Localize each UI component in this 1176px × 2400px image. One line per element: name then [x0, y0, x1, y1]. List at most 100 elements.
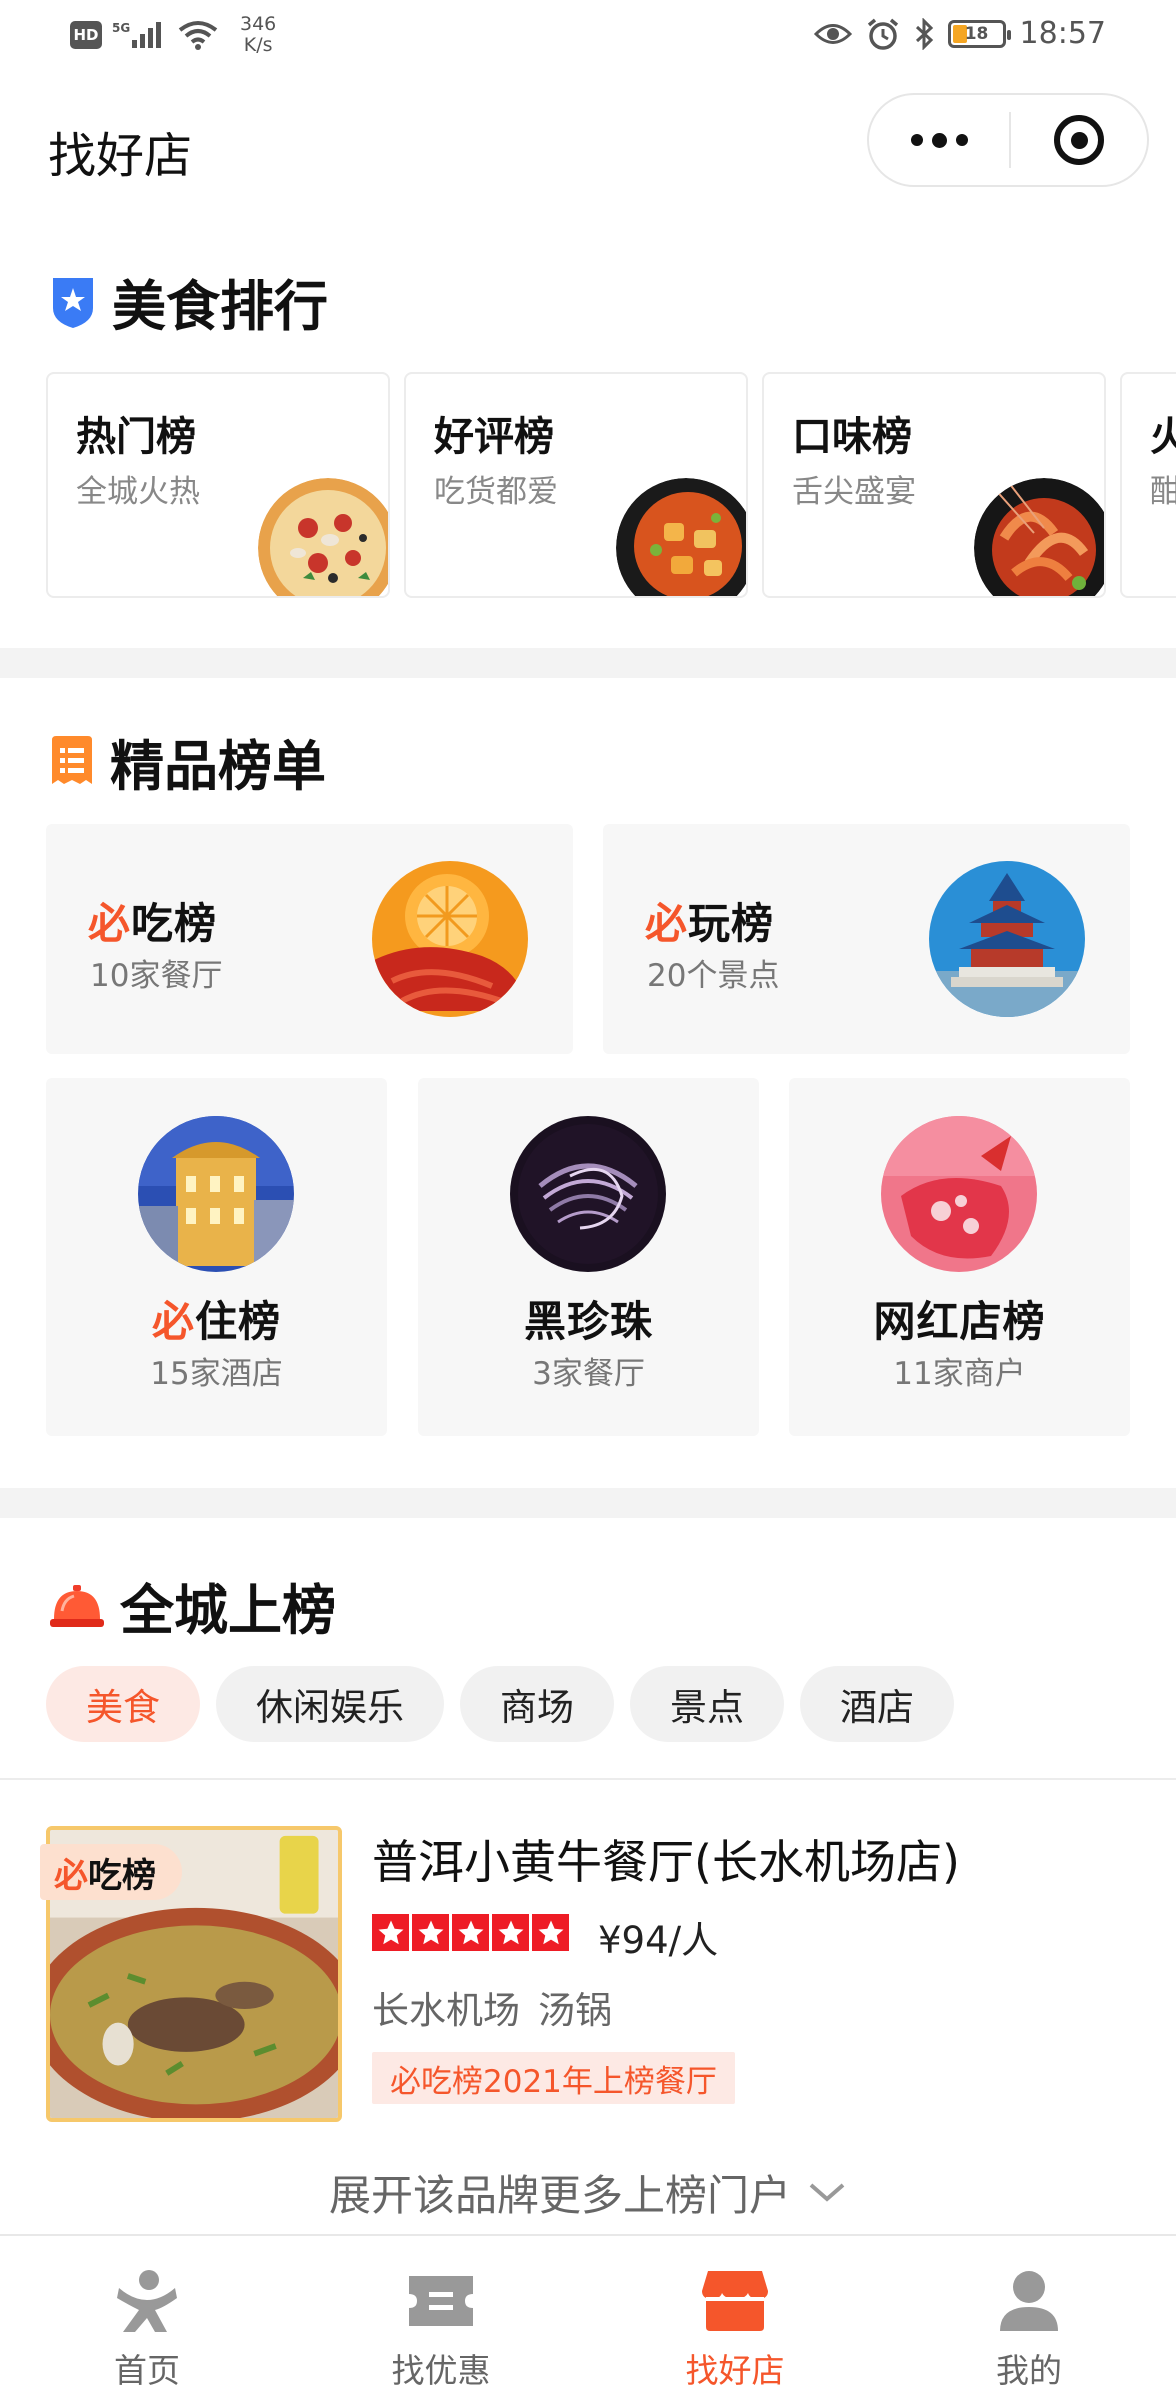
list-icon: [52, 735, 92, 784]
bluetooth-icon: [915, 17, 933, 50]
expand-more-stores-button[interactable]: 展开该品牌更多上榜门户: [0, 2162, 1176, 2223]
chip-hotel[interactable]: 酒店: [800, 1666, 954, 1742]
status-bar: HD 5G 346 K/s 18 18:57: [0, 0, 1176, 76]
dessert-image: [881, 1116, 1037, 1272]
star-icon: [372, 1914, 409, 1951]
food-cloche-icon: [50, 1584, 104, 1627]
city-list-title: 全城上榜: [120, 1579, 336, 1642]
mini-program-capsule: [867, 93, 1149, 187]
must-eat-tag: 必吃榜: [40, 1844, 182, 1900]
shop-category: 汤锅: [538, 1989, 612, 2032]
star-icon: [452, 1914, 489, 1951]
ranking-card-title: 口味榜: [792, 414, 912, 460]
ticket-icon: [409, 2276, 473, 2326]
ranking-card-title: 好评榜: [434, 414, 554, 460]
ranking-card-subtitle: 全城火热: [76, 474, 200, 510]
list-name: 网红店榜: [873, 1297, 1046, 1346]
ranking-card-subtitle: 舌尖盛宴: [792, 474, 916, 510]
bottom-tab-bar: 首页 找优惠 找好店 我的: [0, 2234, 1176, 2400]
close-mini-program-button[interactable]: [1011, 95, 1147, 185]
tab-deals[interactable]: 找优惠: [294, 2236, 588, 2400]
ranking-card-taste[interactable]: 口味榜 舌尖盛宴: [762, 372, 1106, 598]
ranking-card-more[interactable]: 火 酣: [1120, 372, 1176, 598]
must-play-list-card[interactable]: 必玩榜 20个景点: [603, 824, 1130, 1054]
must-stay-list-card[interactable]: 必住榜 15家酒店: [46, 1078, 387, 1436]
tab-label: 找优惠: [391, 2351, 491, 2390]
star-icon: [532, 1914, 569, 1951]
avg-price: ¥94/人: [598, 1919, 719, 1962]
hd-badge: HD: [70, 21, 102, 49]
status-time: 18:57: [1019, 16, 1106, 51]
stew-pot-image: [616, 478, 746, 596]
tab-label: 找好店: [685, 2351, 785, 2390]
eye-icon: [813, 23, 852, 44]
page-title: 找好店: [48, 128, 193, 184]
list-count: 15家酒店: [150, 1356, 283, 1392]
chip-mall[interactable]: 商场: [460, 1666, 614, 1742]
tab-home[interactable]: 首页: [0, 2236, 294, 2400]
temple-of-heaven-image: [929, 861, 1085, 1017]
star-icon: [412, 1914, 449, 1951]
trending-shops-list-card[interactable]: 网红店榜 11家商户: [789, 1078, 1130, 1436]
shop-area: 长水机场: [372, 1989, 520, 2032]
chip-attraction[interactable]: 景点: [630, 1666, 784, 1742]
battery-indicator: 18: [947, 19, 1011, 48]
list-name: 必住榜: [151, 1297, 282, 1346]
list-count: 3家餐厅: [532, 1356, 645, 1392]
tab-label: 首页: [114, 2351, 180, 2390]
shop-name[interactable]: 普洱小黄牛餐厅(长水机场店): [372, 1826, 960, 1892]
chevron-down-icon: [809, 2182, 845, 2202]
must-eat-list-card[interactable]: 必吃榜 10家餐厅: [46, 824, 573, 1054]
ranking-card-title: 热门榜: [76, 414, 196, 460]
tab-find-shops[interactable]: 找好店: [588, 2236, 882, 2400]
pizza-image: [258, 478, 388, 596]
ranking-card-hot[interactable]: 热门榜 全城火热: [46, 372, 390, 598]
premium-lists-title: 精品榜单: [110, 735, 326, 798]
list-count: 11家商户: [893, 1356, 1026, 1392]
network-speed: 346 K/s: [240, 13, 277, 56]
rating-stars: [372, 1914, 569, 1951]
svg-text:5G: 5G: [112, 21, 130, 35]
list-count: 20个景点: [647, 958, 780, 994]
list-name: 必吃榜: [88, 899, 218, 948]
alarm-icon: [867, 18, 898, 50]
tab-label: 我的: [996, 2351, 1062, 2390]
list-name: 必玩榜: [645, 899, 775, 948]
shop-icon: [702, 2271, 768, 2331]
ranking-badge: 必吃榜2021年上榜餐厅: [372, 2052, 735, 2104]
tab-mine[interactable]: 我的: [882, 2236, 1176, 2400]
ranking-card-subtitle: 酣: [1150, 466, 1176, 511]
chip-leisure[interactable]: 休闲娱乐: [216, 1666, 444, 1742]
shield-star-icon: [53, 277, 93, 328]
black-pearl-logo-image: [510, 1116, 666, 1272]
home-person-icon: [117, 2270, 177, 2332]
star-icon: [492, 1914, 529, 1951]
wifi-icon: [178, 21, 218, 50]
hotel-image: [138, 1116, 294, 1272]
user-icon: [1000, 2271, 1058, 2331]
lobster-image: [372, 861, 528, 1017]
nav-bar: 找好店: [0, 90, 1176, 200]
section-divider: [0, 648, 1176, 678]
city-list-header: 全城上榜: [50, 1566, 336, 1645]
signal-icon: 5G: [112, 21, 161, 48]
ranking-card-subtitle: 吃货都爱: [434, 474, 558, 510]
shrimp-bowl-image: [974, 478, 1104, 596]
target-icon: [1054, 115, 1104, 165]
list-divider: [0, 1778, 1176, 1780]
more-options-button[interactable]: [869, 95, 1009, 185]
category-filter: 美食 休闲娱乐 商场 景点 酒店: [46, 1666, 954, 1742]
expand-label: 展开该品牌更多上榜门户: [328, 2171, 791, 2220]
section-divider: [0, 1488, 1176, 1518]
chip-food[interactable]: 美食: [46, 1666, 200, 1742]
ranking-card-rating[interactable]: 好评榜 吃货都爱: [404, 372, 748, 598]
list-name: 黑珍珠: [523, 1297, 653, 1346]
black-pearl-list-card[interactable]: 黑珍珠 3家餐厅: [418, 1078, 759, 1436]
premium-lists-header: 精品榜单: [50, 722, 326, 801]
ranking-card-title: 火: [1150, 404, 1176, 462]
food-ranking-title: 美食排行: [112, 275, 328, 338]
list-count: 10家餐厅: [90, 958, 223, 994]
food-ranking-header: 美食排行: [50, 262, 328, 341]
food-ranking-carousel[interactable]: 热门榜 全城火热 好评榜 吃货都爱 口味榜 舌尖盛宴: [46, 372, 1176, 600]
shop-meta: 长水机场 汤锅: [372, 1980, 612, 2034]
